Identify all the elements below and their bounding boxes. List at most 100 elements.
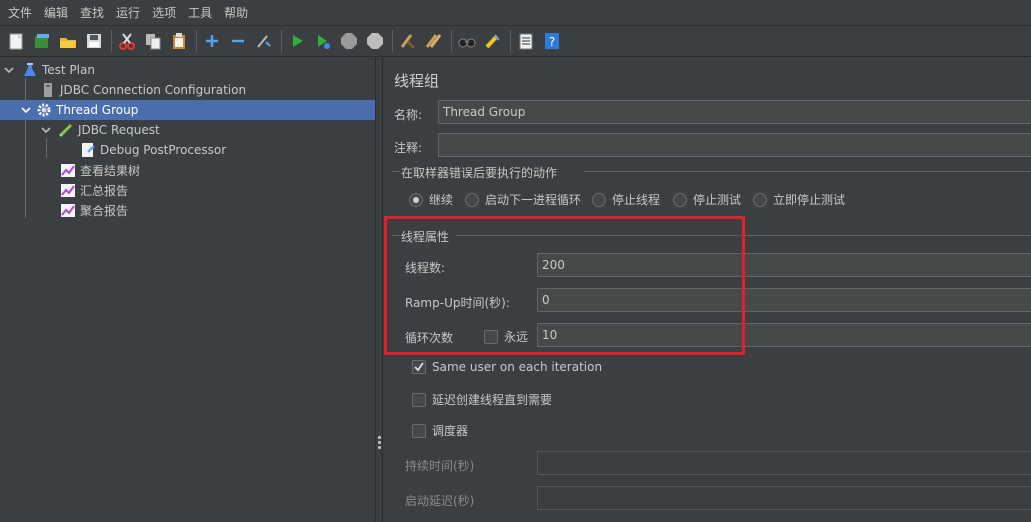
- scheduler-checkbox[interactable]: 调度器: [412, 422, 468, 439]
- duration-field[interactable]: [537, 451, 1031, 475]
- toolbar: ?: [0, 25, 1031, 57]
- postprocessor-icon: [80, 142, 96, 158]
- name-field[interactable]: [438, 100, 1031, 124]
- toolbar-separator: [281, 30, 282, 52]
- group-border: [584, 171, 1031, 172]
- radio-icon[interactable]: [592, 192, 606, 207]
- chevron-down-icon[interactable]: [3, 64, 15, 76]
- reset-search-icon[interactable]: [482, 30, 504, 52]
- toolbar-separator: [392, 30, 393, 52]
- menu-file[interactable]: 文件: [2, 4, 38, 21]
- radio-continue[interactable]: 继续: [409, 191, 453, 208]
- search-icon[interactable]: [456, 30, 478, 52]
- help-icon[interactable]: ?: [541, 30, 563, 52]
- delay-create-label: 延迟创建线程直到需要: [432, 393, 553, 407]
- tree-item-summary-report[interactable]: 汇总报告: [60, 180, 375, 200]
- chevron-down-icon[interactable]: [40, 124, 52, 136]
- function-helper-icon[interactable]: [515, 30, 537, 52]
- menu-edit[interactable]: 编辑: [38, 4, 74, 21]
- splitter-grip-icon[interactable]: [378, 436, 381, 450]
- comment-label: 注释:: [394, 141, 423, 155]
- radio-selected-icon[interactable]: [409, 192, 423, 207]
- shutdown-icon[interactable]: [364, 30, 386, 52]
- menu-help[interactable]: 帮助: [218, 4, 254, 21]
- scheduler-label: 调度器: [432, 424, 469, 438]
- name-label: 名称:: [394, 108, 423, 122]
- page-title: 线程组: [394, 72, 440, 90]
- error-action-title: 在取样器错误后要执行的动作: [401, 166, 558, 180]
- tree-item-label: 聚合报告: [80, 203, 129, 218]
- menu-search[interactable]: 查找: [74, 4, 110, 21]
- radio-label: 立即停止测试: [773, 193, 846, 207]
- radio-icon[interactable]: [673, 192, 687, 207]
- sampler-pencil-icon: [58, 122, 74, 138]
- tree-item-jdbc-request[interactable]: JDBC Request: [40, 120, 375, 140]
- tree-item-label: Debug PostProcessor: [100, 143, 227, 157]
- tree-guide-line: [46, 138, 47, 158]
- radio-label: 继续: [429, 193, 454, 207]
- tree-item-label: JDBC Request: [78, 123, 160, 137]
- save-icon[interactable]: [83, 30, 105, 52]
- chevron-down-icon[interactable]: [20, 104, 32, 116]
- toolbar-separator: [510, 30, 511, 52]
- menu-run[interactable]: 运行: [110, 4, 146, 21]
- clear-all-icon[interactable]: [423, 30, 445, 52]
- test-plan-icon: [22, 62, 38, 78]
- tree-item-label: Test Plan: [42, 63, 95, 77]
- tree-item-debug-postprocessor[interactable]: Debug PostProcessor: [80, 140, 375, 160]
- thread-group-gear-icon: [36, 102, 52, 118]
- config-element-icon: [40, 82, 56, 98]
- radio-stop-test-now[interactable]: 立即停止测试: [753, 191, 845, 208]
- duration-label: 持续时间(秒): [405, 459, 475, 473]
- delay-create-checkbox[interactable]: 延迟创建线程直到需要: [412, 391, 552, 408]
- radio-stop-test[interactable]: 停止测试: [673, 191, 741, 208]
- radio-stop-thread[interactable]: 停止线程: [592, 191, 660, 208]
- new-icon[interactable]: [5, 30, 27, 52]
- thread-group-panel: 线程组 名称: 注释: 在取样器错误后要执行的动作 继续 启动下一进程循环 停止…: [384, 58, 1031, 522]
- listener-chart-icon: [60, 162, 76, 178]
- tree-item-label: JDBC Connection Configuration: [60, 83, 247, 97]
- collapse-icon[interactable]: [227, 30, 249, 52]
- open-icon[interactable]: [57, 30, 79, 52]
- radio-label: 启动下一进程循环: [485, 193, 582, 207]
- highlight-annotation-box: [384, 216, 745, 355]
- start-no-pause-icon[interactable]: [312, 30, 334, 52]
- paste-icon[interactable]: [168, 30, 190, 52]
- tree-item-view-results-tree[interactable]: 查看结果树: [60, 160, 375, 180]
- comment-field[interactable]: [438, 133, 1031, 157]
- templates-icon[interactable]: [31, 30, 53, 52]
- stop-icon[interactable]: [338, 30, 360, 52]
- startup-delay-label: 启动延迟(秒): [405, 494, 475, 508]
- clear-icon[interactable]: [397, 30, 419, 52]
- startup-delay-field[interactable]: [537, 486, 1031, 510]
- expand-icon[interactable]: [201, 30, 223, 52]
- start-icon[interactable]: [286, 30, 308, 52]
- menu-options[interactable]: 选项: [146, 4, 182, 21]
- checkbox-checked-icon[interactable]: [412, 360, 426, 374]
- tree-item-thread-group[interactable]: Thread Group: [0, 100, 375, 120]
- listener-chart-icon: [60, 202, 76, 218]
- menu-tools[interactable]: 工具: [182, 4, 218, 21]
- menu-bar: 文件 编辑 查找 运行 选项 工具 帮助: [0, 0, 1031, 24]
- radio-icon[interactable]: [753, 192, 767, 207]
- checkbox-unchecked-icon[interactable]: [412, 423, 426, 438]
- panel-splitter[interactable]: [375, 58, 383, 522]
- svg-text:?: ?: [549, 35, 555, 49]
- group-border: [392, 171, 400, 172]
- checkbox-unchecked-icon[interactable]: [412, 392, 426, 407]
- tree-item-aggregate-report[interactable]: 聚合报告: [60, 200, 375, 220]
- tree-item-jdbc-connection[interactable]: JDBC Connection Configuration: [40, 80, 375, 100]
- toggle-icon[interactable]: [253, 30, 275, 52]
- radio-icon[interactable]: [465, 192, 479, 207]
- same-user-checkbox[interactable]: Same user on each iteration: [412, 360, 602, 374]
- radio-start-next-loop[interactable]: 启动下一进程循环: [465, 191, 581, 208]
- toolbar-separator: [196, 30, 197, 52]
- radio-label: 停止线程: [612, 193, 661, 207]
- tree-item-test-plan[interactable]: Test Plan: [0, 60, 375, 80]
- copy-icon[interactable]: [142, 30, 164, 52]
- toolbar-separator: [451, 30, 452, 52]
- cut-icon[interactable]: [116, 30, 138, 52]
- listener-chart-icon: [60, 182, 76, 198]
- tree-guide-line: [25, 78, 26, 218]
- tree-item-label: Thread Group: [56, 103, 139, 117]
